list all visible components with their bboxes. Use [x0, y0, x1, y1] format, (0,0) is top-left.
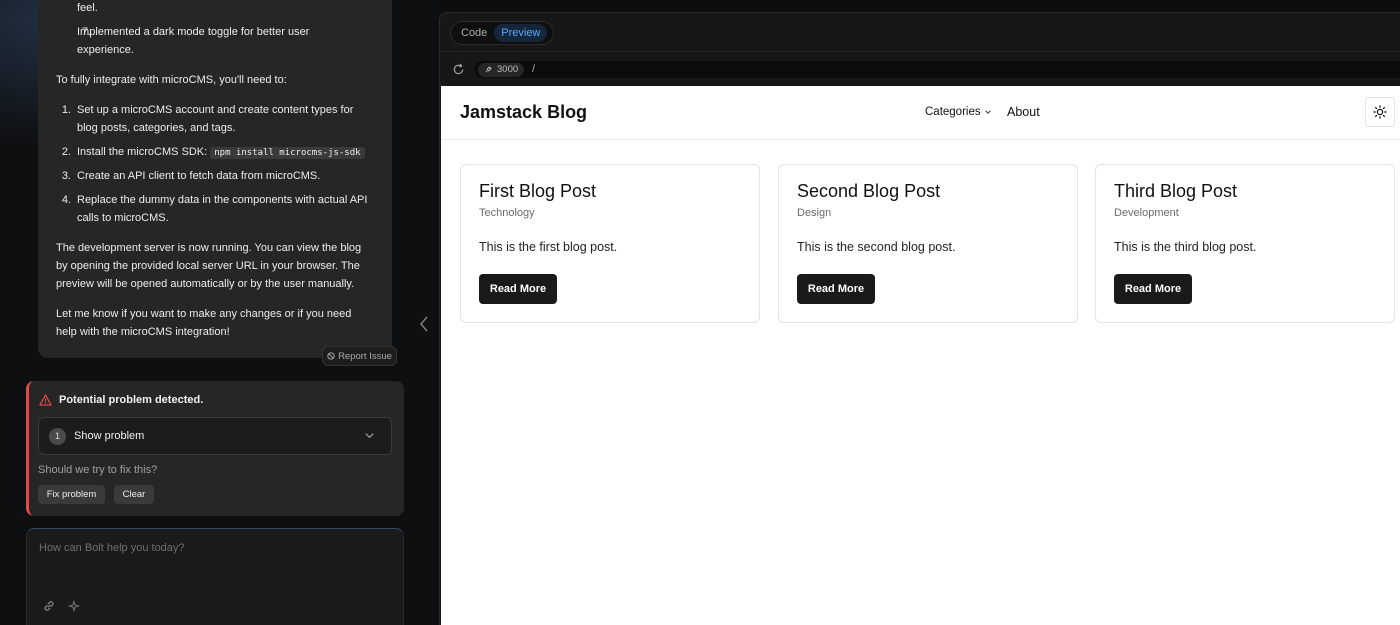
- step-text: Set up a microCMS account and create con…: [77, 104, 354, 116]
- post-excerpt: This is the third blog post.: [1114, 240, 1257, 254]
- step-number: 1.: [61, 104, 71, 116]
- step-text: blog posts, categories, and tags.: [77, 122, 236, 134]
- tab-code[interactable]: Code: [454, 24, 494, 42]
- post-excerpt: This is the first blog post.: [479, 240, 618, 254]
- read-more-button[interactable]: Read More: [797, 274, 875, 304]
- nav-categories-label: Categories: [925, 106, 981, 118]
- blog-card: First Blog Post Technology This is the f…: [460, 164, 760, 323]
- sparkle-icon[interactable]: [67, 599, 81, 613]
- reload-icon[interactable]: [452, 63, 465, 76]
- show-problem-label: Show problem: [74, 430, 145, 442]
- post-title: Second Blog Post: [797, 181, 941, 201]
- step-text: calls to microCMS.: [77, 212, 169, 224]
- warning-icon: [39, 394, 52, 406]
- post-category: Technology: [479, 207, 535, 219]
- step-number: 2.: [61, 146, 71, 158]
- post-category: Development: [1114, 207, 1179, 219]
- post-category: Design: [797, 207, 832, 219]
- clear-button[interactable]: Clear: [114, 485, 154, 504]
- post-title: Third Blog Post: [1114, 181, 1238, 201]
- url-path: /: [532, 64, 535, 75]
- problem-header: Potential problem detected.: [39, 394, 203, 406]
- report-icon: [327, 352, 335, 360]
- post-title: First Blog Post: [479, 181, 597, 201]
- chevron-down-icon: [984, 110, 991, 114]
- step-number: 3.: [61, 170, 71, 182]
- list-item-text: Implemented a dark mode toggle for bette…: [77, 26, 310, 38]
- preview-address-bar: 3000 /: [440, 51, 1400, 86]
- list-item-text: feel.: [77, 2, 98, 14]
- theme-toggle-button[interactable]: [1365, 97, 1395, 127]
- problem-count-badge: 1: [49, 427, 66, 445]
- site-header: Jamstack Blog Categories About: [441, 86, 1400, 140]
- view-tabs: Code Preview: [450, 21, 554, 45]
- step-text-label: Install the microCMS SDK:: [77, 146, 208, 158]
- report-issue-label: Report Issue: [338, 350, 392, 362]
- nav-about[interactable]: About: [1007, 105, 1040, 119]
- chat-input-placeholder: How can Bolt help you today?: [39, 542, 185, 554]
- blog-card: Second Blog Post Design This is the seco…: [778, 164, 1078, 323]
- chevron-down-icon: [365, 433, 374, 439]
- url-field[interactable]: 3000 /: [474, 61, 1400, 78]
- chat-input[interactable]: How can Bolt help you today?: [26, 528, 404, 625]
- preview-frame: Jamstack Blog Categories About First Blo…: [441, 86, 1400, 625]
- fix-problem-button[interactable]: Fix problem: [38, 485, 105, 504]
- nav-categories[interactable]: Categories: [925, 106, 992, 118]
- server-paragraph-line: preview will be opened automatically or …: [56, 278, 355, 290]
- report-issue-button[interactable]: Report Issue: [322, 346, 397, 366]
- server-paragraph-line: by opening the provided local server URL…: [56, 260, 360, 272]
- fix-question: Should we try to fix this?: [38, 464, 158, 476]
- integrate-intro: To fully integrate with microCMS, you'll…: [56, 74, 287, 86]
- read-more-button[interactable]: Read More: [1114, 274, 1192, 304]
- list-item-text: experience.: [77, 44, 134, 56]
- assistant-message: feel. 7. Implemented a dark mode toggle …: [38, 0, 392, 358]
- step-number: 4.: [61, 194, 71, 206]
- port-selector[interactable]: 3000: [478, 62, 525, 77]
- step-text: Install the microCMS SDK: npm install mi…: [77, 143, 377, 162]
- link-icon[interactable]: [42, 599, 56, 613]
- site-brand[interactable]: Jamstack Blog: [460, 102, 587, 123]
- server-paragraph-line: The development server is now running. Y…: [56, 242, 362, 254]
- post-excerpt: This is the second blog post.: [797, 240, 956, 254]
- closing-paragraph-line: Let me know if you want to make any chan…: [56, 308, 352, 320]
- sun-icon: [1373, 105, 1387, 119]
- step-text: Create an API client to fetch data from …: [77, 170, 321, 182]
- port-number: 3000: [497, 64, 519, 75]
- problem-title: Potential problem detected.: [59, 394, 204, 406]
- problem-alert: Potential problem detected. 1 Show probl…: [26, 381, 404, 516]
- read-more-button[interactable]: Read More: [479, 274, 557, 304]
- closing-paragraph-line: help with the microCMS integration!: [56, 326, 230, 338]
- plug-icon: [485, 66, 492, 73]
- chevron-left-icon[interactable]: [417, 314, 431, 334]
- tab-preview[interactable]: Preview: [494, 24, 548, 42]
- step-text: Replace the dummy data in the components…: [77, 194, 368, 206]
- blog-card: Third Blog Post Development This is the …: [1095, 164, 1395, 323]
- npm-command: npm install microcms-js-sdk: [210, 147, 365, 159]
- show-problem-toggle[interactable]: 1 Show problem: [38, 417, 392, 455]
